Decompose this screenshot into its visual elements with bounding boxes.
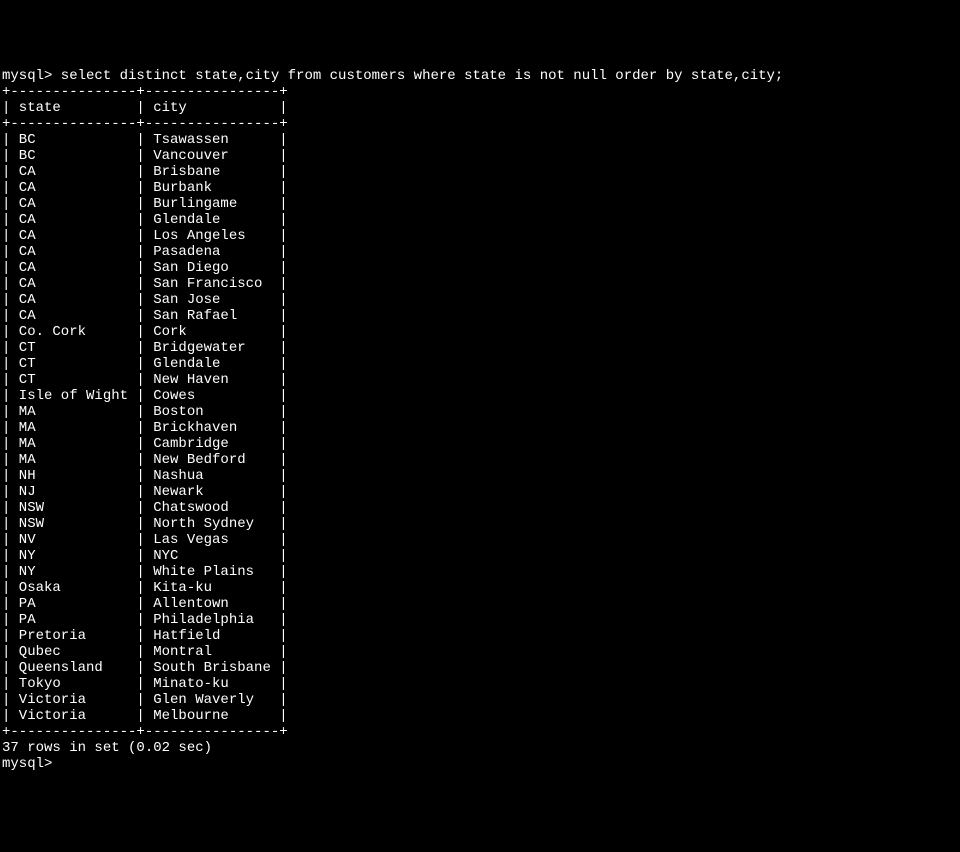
table-row: | CA | San Francisco | xyxy=(2,276,960,292)
table-row: | NY | NYC | xyxy=(2,548,960,564)
table-row: | CA | Burlingame | xyxy=(2,196,960,212)
table-header: | state | city | xyxy=(2,100,960,116)
table-row: | Qubec | Montral | xyxy=(2,644,960,660)
table-row: | CT | Glendale | xyxy=(2,356,960,372)
table-row: | NSW | North Sydney | xyxy=(2,516,960,532)
table-row: | CA | San Diego | xyxy=(2,260,960,276)
result-summary: 37 rows in set (0.02 sec) xyxy=(2,740,960,756)
table-row: | NJ | Newark | xyxy=(2,484,960,500)
table-row: | CT | Bridgewater | xyxy=(2,340,960,356)
sql-command[interactable]: mysql> select distinct state,city from c… xyxy=(2,68,960,84)
table-row: | CA | Burbank | xyxy=(2,180,960,196)
table-row: | Tokyo | Minato-ku | xyxy=(2,676,960,692)
table-row: | CA | Los Angeles | xyxy=(2,228,960,244)
table-border: +---------------+----------------+ xyxy=(2,724,960,740)
table-row: | MA | New Bedford | xyxy=(2,452,960,468)
table-row: | CT | New Haven | xyxy=(2,372,960,388)
table-row: | NH | Nashua | xyxy=(2,468,960,484)
table-row: | PA | Philadelphia | xyxy=(2,612,960,628)
table-border: +---------------+----------------+ xyxy=(2,84,960,100)
table-row: | CA | San Jose | xyxy=(2,292,960,308)
table-row: | NV | Las Vegas | xyxy=(2,532,960,548)
table-row: | BC | Vancouver | xyxy=(2,148,960,164)
table-row: | PA | Allentown | xyxy=(2,596,960,612)
sql-prompt[interactable]: mysql> xyxy=(2,756,960,772)
table-row: | Victoria | Melbourne | xyxy=(2,708,960,724)
table-row: | Co. Cork | Cork | xyxy=(2,324,960,340)
table-row: | CA | Glendale | xyxy=(2,212,960,228)
table-row: | BC | Tsawassen | xyxy=(2,132,960,148)
table-row: | Osaka | Kita-ku | xyxy=(2,580,960,596)
table-row: | NY | White Plains | xyxy=(2,564,960,580)
table-row: | Victoria | Glen Waverly | xyxy=(2,692,960,708)
table-border: +---------------+----------------+ xyxy=(2,116,960,132)
table-row: | Isle of Wight | Cowes | xyxy=(2,388,960,404)
terminal-output: mysql> select distinct state,city from c… xyxy=(2,68,960,772)
table-row: | MA | Cambridge | xyxy=(2,436,960,452)
table-row: | MA | Boston | xyxy=(2,404,960,420)
table-row: | CA | Brisbane | xyxy=(2,164,960,180)
table-row: | CA | San Rafael | xyxy=(2,308,960,324)
table-row: | CA | Pasadena | xyxy=(2,244,960,260)
table-row: | NSW | Chatswood | xyxy=(2,500,960,516)
table-row: | Pretoria | Hatfield | xyxy=(2,628,960,644)
table-row: | Queensland | South Brisbane | xyxy=(2,660,960,676)
table-row: | MA | Brickhaven | xyxy=(2,420,960,436)
